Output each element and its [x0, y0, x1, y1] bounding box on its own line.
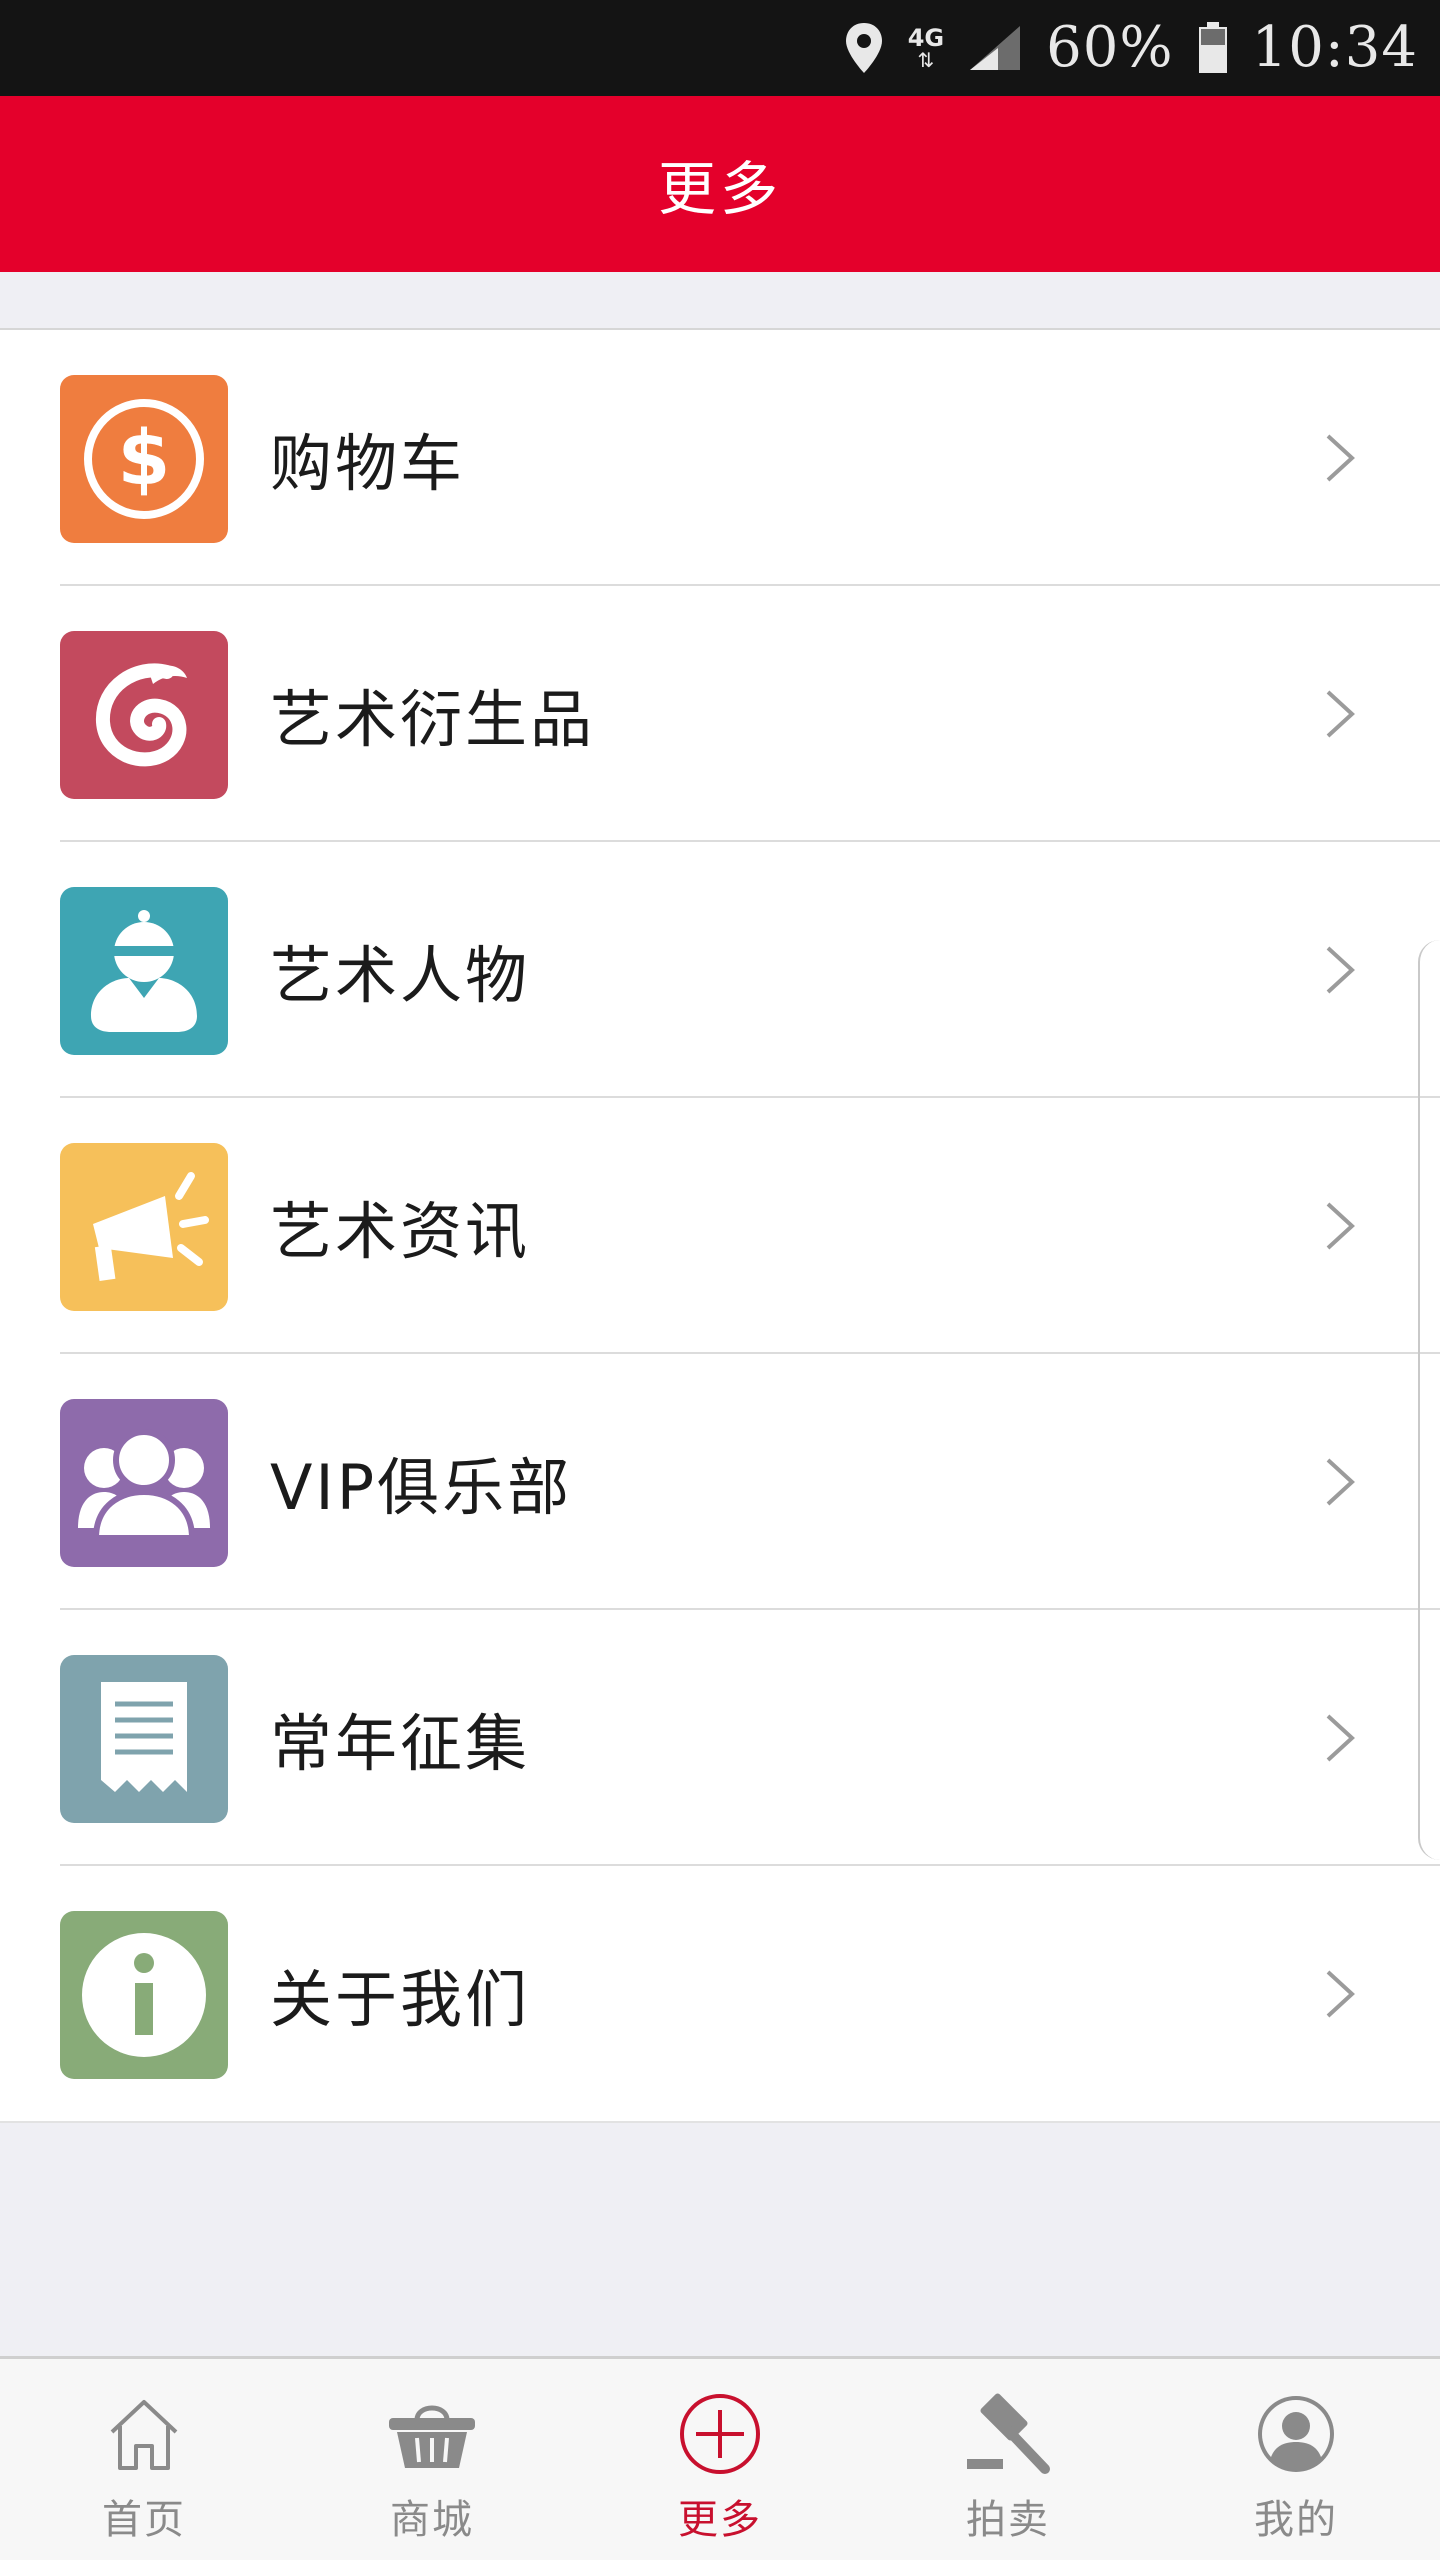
chevron-right-icon	[1326, 1714, 1355, 1762]
dollar-coin-icon: $	[60, 375, 228, 543]
tab-more[interactable]: 更多	[576, 2359, 864, 2560]
tab-mall[interactable]: 商城	[288, 2359, 576, 2560]
tab-label: 商城	[390, 2497, 474, 2543]
menu-item-art-derivatives[interactable]: 艺术衍生品	[0, 586, 1440, 842]
menu-item-art-people[interactable]: 艺术人物	[0, 842, 1440, 1098]
chevron-right-icon	[1326, 690, 1355, 738]
tab-bar: 首页 商城 更多 拍卖 我的	[0, 2356, 1440, 2560]
clock: 10:34	[1251, 15, 1418, 80]
tab-label: 我的	[1254, 2497, 1338, 2543]
menu-item-collection[interactable]: 常年征集	[0, 1610, 1440, 1866]
chevron-right-icon	[1326, 946, 1355, 994]
tab-auction[interactable]: 拍卖	[864, 2359, 1152, 2560]
person-icon	[60, 887, 228, 1055]
tab-mine[interactable]: 我的	[1152, 2359, 1440, 2560]
network-type: 4G	[907, 24, 945, 52]
screen: 4G ⇅ 60% 10:34 更多 $ 购物车 艺术衍生品 艺术人物 艺术资讯 …	[0, 0, 1440, 2560]
menu-item-label: 常年征集	[270, 1707, 531, 1780]
menu-item-label: VIP俱乐部	[270, 1451, 573, 1524]
menu-item-label: 艺术人物	[270, 939, 531, 1012]
tab-label: 拍卖	[966, 2497, 1050, 2543]
chevron-right-icon	[1326, 434, 1355, 482]
menu-item-label: 关于我们	[270, 1963, 531, 2036]
tab-label: 首页	[102, 2497, 186, 2543]
menu-item-cart[interactable]: $ 购物车	[0, 330, 1440, 586]
location-icon	[844, 21, 884, 75]
home-icon	[99, 2389, 189, 2479]
user-icon	[1251, 2389, 1341, 2479]
page-title: 更多	[657, 155, 782, 223]
signal-icon	[968, 24, 1022, 72]
battery-percent: 60%	[1046, 15, 1174, 80]
menu-item-label: 购物车	[270, 427, 466, 500]
menu-item-label: 艺术资讯	[270, 1195, 531, 1268]
battery-icon	[1198, 22, 1228, 74]
chevron-right-icon	[1326, 1458, 1355, 1506]
group-icon	[60, 1399, 228, 1567]
chevron-right-icon	[1326, 1202, 1355, 1250]
tab-home[interactable]: 首页	[0, 2359, 288, 2560]
status-bar: 4G ⇅ 60% 10:34	[0, 0, 1440, 96]
receipt-icon	[60, 1655, 228, 1823]
tab-label: 更多	[678, 2497, 762, 2543]
menu-item-label: 艺术衍生品	[270, 683, 596, 756]
svg-text:$: $	[118, 413, 171, 502]
gavel-icon	[963, 2389, 1053, 2479]
chevron-right-icon	[1326, 1970, 1355, 2018]
info-icon	[60, 1911, 228, 2079]
swirl-logo-icon	[60, 631, 228, 799]
network-icon: 4G ⇅	[907, 24, 945, 72]
menu-item-about-us[interactable]: 关于我们	[0, 1866, 1440, 2122]
plus-circle-icon	[675, 2389, 765, 2479]
header-bar: 更多	[0, 96, 1440, 272]
menu-item-art-news[interactable]: 艺术资讯	[0, 1098, 1440, 1354]
edge-panel-handle[interactable]	[1418, 940, 1440, 1860]
menu-item-vip-club[interactable]: VIP俱乐部	[0, 1354, 1440, 1610]
megaphone-icon	[60, 1143, 228, 1311]
menu-list: $ 购物车 艺术衍生品 艺术人物 艺术资讯 VIP俱乐部 常年征集 关于我们	[0, 328, 1440, 2123]
basket-icon	[387, 2389, 477, 2479]
